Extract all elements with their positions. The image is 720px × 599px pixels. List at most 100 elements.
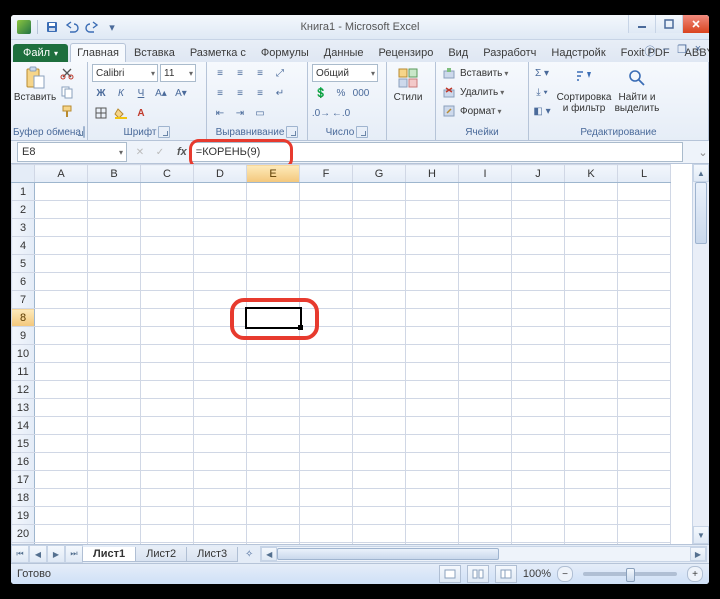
italic-icon[interactable]: К [112,84,130,102]
align-right-icon[interactable]: ≡ [251,84,269,102]
cell[interactable] [459,435,512,453]
font-color-icon[interactable]: A [132,104,150,122]
sheet-nav-next-icon[interactable]: ▶ [47,545,65,563]
format-painter-icon[interactable] [58,102,76,120]
col-header[interactable]: E [247,165,300,183]
insert-cells-button[interactable]: Вставить ▾ [440,64,508,82]
worksheet-grid[interactable]: ABCDEFGHIJKL1234567839101112131415161718… [11,164,709,544]
maximize-button[interactable] [655,15,682,33]
cell[interactable] [141,525,194,543]
cell[interactable]: 3 [247,309,300,327]
cell[interactable] [618,453,671,471]
grow-font-icon[interactable]: A▴ [152,84,170,102]
minimize-button[interactable] [628,15,655,33]
cell[interactable] [406,201,459,219]
cell[interactable] [88,327,141,345]
view-normal-icon[interactable] [439,565,461,583]
cell[interactable] [565,363,618,381]
clear-icon[interactable]: ◧ ▾ [533,102,551,120]
cell[interactable] [194,237,247,255]
cell[interactable] [194,435,247,453]
cell[interactable] [353,543,406,545]
cell[interactable] [459,345,512,363]
cell[interactable] [194,507,247,525]
cell[interactable] [512,453,565,471]
cell[interactable] [618,273,671,291]
cell[interactable] [565,525,618,543]
col-header[interactable]: A [35,165,88,183]
ribbon-tab-главная[interactable]: Главная [70,43,126,62]
find-select-button[interactable]: Найти и выделить [613,64,661,122]
cell[interactable] [141,345,194,363]
cell[interactable] [194,525,247,543]
row-header[interactable]: 16 [12,453,35,471]
sheet-tab[interactable]: Лист2 [135,547,187,562]
cell[interactable] [618,543,671,545]
align-left-icon[interactable]: ≡ [211,84,229,102]
ribbon-tab-разработч[interactable]: Разработч [476,43,543,62]
new-sheet-icon[interactable]: ✧ [240,545,258,563]
zoom-level[interactable]: 100% [523,568,551,580]
align-center-icon[interactable]: ≡ [231,84,249,102]
col-header[interactable]: G [353,165,406,183]
cell[interactable] [406,273,459,291]
scroll-down-icon[interactable]: ▼ [693,526,709,544]
cell[interactable] [565,237,618,255]
cell[interactable] [459,291,512,309]
cell[interactable] [565,543,618,545]
cell[interactable] [353,525,406,543]
save-icon[interactable] [44,19,60,35]
cell[interactable] [512,291,565,309]
cell[interactable] [141,219,194,237]
cell[interactable] [247,471,300,489]
cell[interactable] [512,219,565,237]
ribbon-tab-вставка[interactable]: Вставка [127,43,182,62]
cell[interactable] [459,237,512,255]
cell[interactable] [35,291,88,309]
cell[interactable] [247,399,300,417]
col-header[interactable]: D [194,165,247,183]
row-header[interactable]: 19 [12,507,35,525]
cell[interactable] [300,507,353,525]
cell[interactable] [35,435,88,453]
cell[interactable] [300,453,353,471]
select-all-corner[interactable] [12,165,35,183]
cell[interactable] [141,363,194,381]
shrink-font-icon[interactable]: A▾ [172,84,190,102]
cell[interactable] [459,183,512,201]
sort-filter-button[interactable]: Сортировка и фильтр [558,64,610,122]
cell[interactable] [353,255,406,273]
cell[interactable] [565,201,618,219]
cell[interactable] [35,417,88,435]
cell[interactable] [353,435,406,453]
cell[interactable] [35,381,88,399]
cell[interactable] [88,237,141,255]
cell[interactable] [88,453,141,471]
sheet-tab[interactable]: Лист3 [186,547,238,562]
cell[interactable] [300,273,353,291]
row-header[interactable]: 14 [12,417,35,435]
cell[interactable] [512,363,565,381]
cell[interactable] [565,273,618,291]
ribbon-tab-рецензиро[interactable]: Рецензиро [372,43,441,62]
cell[interactable] [459,489,512,507]
cell[interactable] [353,489,406,507]
view-page-break-icon[interactable] [495,565,517,583]
format-cells-button[interactable]: Формат ▾ [440,102,508,120]
cell[interactable] [194,363,247,381]
cell[interactable] [35,237,88,255]
cell[interactable] [35,201,88,219]
cell[interactable] [565,453,618,471]
cell[interactable] [459,399,512,417]
delete-cells-button[interactable]: Удалить ▾ [440,83,508,101]
cell[interactable] [406,219,459,237]
sheet-nav-prev-icon[interactable]: ◀ [29,545,47,563]
scrollbar-thumb[interactable] [277,548,499,560]
cell[interactable] [247,327,300,345]
cell[interactable] [194,471,247,489]
cell[interactable] [618,327,671,345]
ribbon-tab-вид[interactable]: Вид [441,43,475,62]
cell[interactable] [618,183,671,201]
row-header[interactable]: 21 [12,543,35,545]
cell[interactable] [406,435,459,453]
